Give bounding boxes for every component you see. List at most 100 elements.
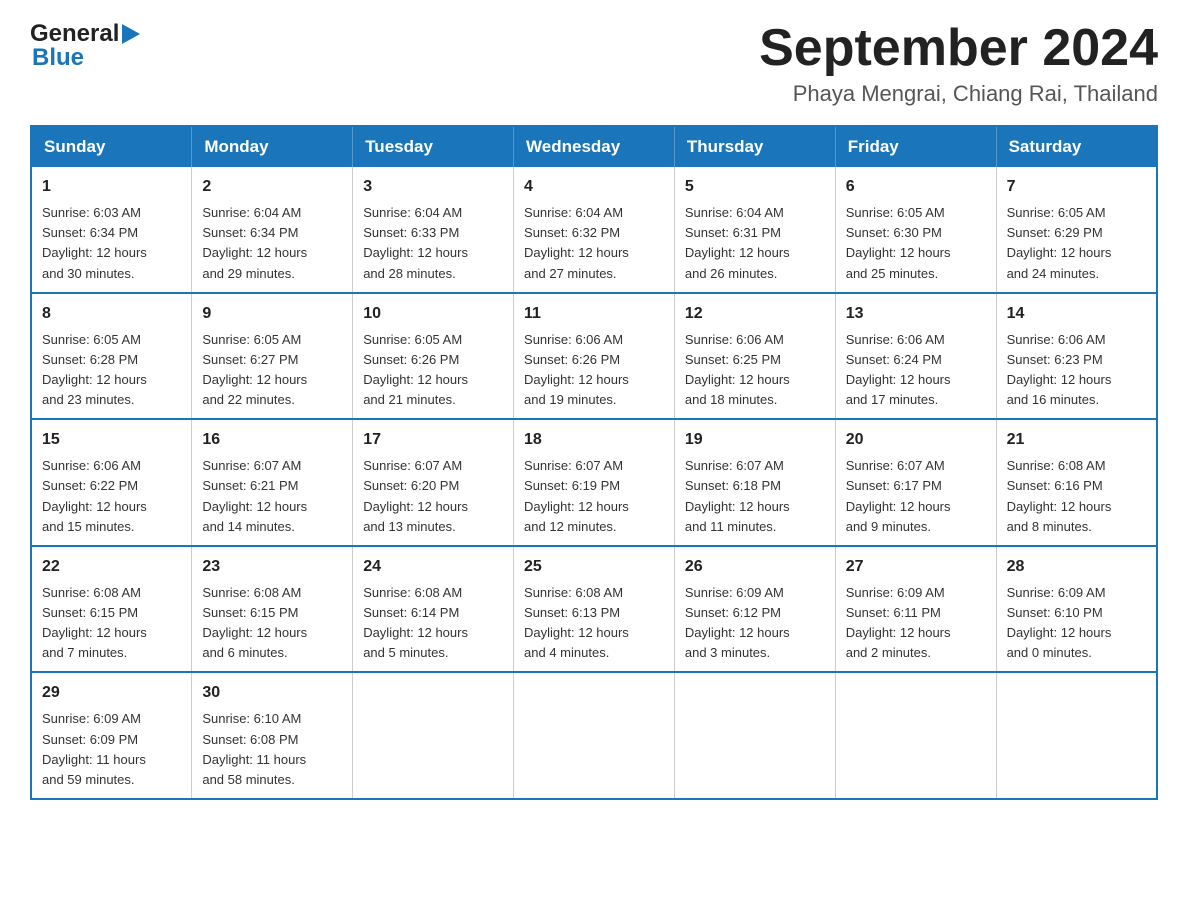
calendar-cell: [996, 672, 1157, 799]
day-number: 30: [202, 681, 342, 705]
header-thursday: Thursday: [674, 126, 835, 167]
day-number: 27: [846, 555, 986, 579]
calendar-cell: 29 Sunrise: 6:09 AMSunset: 6:09 PMDaylig…: [31, 672, 192, 799]
day-info: Sunrise: 6:08 AMSunset: 6:14 PMDaylight:…: [363, 585, 468, 660]
day-number: 16: [202, 428, 342, 452]
day-number: 24: [363, 555, 503, 579]
logo-blue-text: Blue: [30, 44, 84, 72]
day-info: Sunrise: 6:09 AMSunset: 6:10 PMDaylight:…: [1007, 585, 1112, 660]
day-number: 18: [524, 428, 664, 452]
day-number: 2: [202, 175, 342, 199]
day-info: Sunrise: 6:06 AMSunset: 6:26 PMDaylight:…: [524, 332, 629, 407]
day-number: 12: [685, 302, 825, 326]
calendar-cell: 13 Sunrise: 6:06 AMSunset: 6:24 PMDaylig…: [835, 293, 996, 420]
day-info: Sunrise: 6:05 AMSunset: 6:28 PMDaylight:…: [42, 332, 147, 407]
day-number: 29: [42, 681, 181, 705]
day-number: 25: [524, 555, 664, 579]
calendar-cell: 20 Sunrise: 6:07 AMSunset: 6:17 PMDaylig…: [835, 419, 996, 546]
day-info: Sunrise: 6:04 AMSunset: 6:32 PMDaylight:…: [524, 205, 629, 280]
day-number: 13: [846, 302, 986, 326]
day-info: Sunrise: 6:07 AMSunset: 6:21 PMDaylight:…: [202, 458, 307, 533]
day-info: Sunrise: 6:07 AMSunset: 6:20 PMDaylight:…: [363, 458, 468, 533]
day-number: 10: [363, 302, 503, 326]
day-info: Sunrise: 6:06 AMSunset: 6:23 PMDaylight:…: [1007, 332, 1112, 407]
location-subtitle: Phaya Mengrai, Chiang Rai, Thailand: [759, 81, 1158, 107]
day-number: 6: [846, 175, 986, 199]
week-row-1: 1 Sunrise: 6:03 AMSunset: 6:34 PMDayligh…: [31, 167, 1157, 293]
day-number: 8: [42, 302, 181, 326]
calendar-cell: 7 Sunrise: 6:05 AMSunset: 6:29 PMDayligh…: [996, 167, 1157, 293]
day-number: 26: [685, 555, 825, 579]
calendar-cell: 2 Sunrise: 6:04 AMSunset: 6:34 PMDayligh…: [192, 167, 353, 293]
calendar-cell: 8 Sunrise: 6:05 AMSunset: 6:28 PMDayligh…: [31, 293, 192, 420]
day-info: Sunrise: 6:06 AMSunset: 6:22 PMDaylight:…: [42, 458, 147, 533]
calendar-cell: 21 Sunrise: 6:08 AMSunset: 6:16 PMDaylig…: [996, 419, 1157, 546]
day-info: Sunrise: 6:09 AMSunset: 6:11 PMDaylight:…: [846, 585, 951, 660]
day-number: 3: [363, 175, 503, 199]
day-number: 11: [524, 302, 664, 326]
day-number: 14: [1007, 302, 1146, 326]
calendar-cell: 28 Sunrise: 6:09 AMSunset: 6:10 PMDaylig…: [996, 546, 1157, 673]
day-number: 22: [42, 555, 181, 579]
day-info: Sunrise: 6:06 AMSunset: 6:24 PMDaylight:…: [846, 332, 951, 407]
calendar-cell: 1 Sunrise: 6:03 AMSunset: 6:34 PMDayligh…: [31, 167, 192, 293]
calendar-cell: 25 Sunrise: 6:08 AMSunset: 6:13 PMDaylig…: [514, 546, 675, 673]
calendar-cell: 9 Sunrise: 6:05 AMSunset: 6:27 PMDayligh…: [192, 293, 353, 420]
header-monday: Monday: [192, 126, 353, 167]
calendar-cell: 27 Sunrise: 6:09 AMSunset: 6:11 PMDaylig…: [835, 546, 996, 673]
calendar-cell: [353, 672, 514, 799]
day-headers-row: SundayMondayTuesdayWednesdayThursdayFrid…: [31, 126, 1157, 167]
calendar-table: SundayMondayTuesdayWednesdayThursdayFrid…: [30, 125, 1158, 800]
day-info: Sunrise: 6:09 AMSunset: 6:09 PMDaylight:…: [42, 711, 146, 786]
day-info: Sunrise: 6:10 AMSunset: 6:08 PMDaylight:…: [202, 711, 306, 786]
header-wednesday: Wednesday: [514, 126, 675, 167]
logo-arrow-icon: [122, 24, 140, 44]
day-info: Sunrise: 6:03 AMSunset: 6:34 PMDaylight:…: [42, 205, 147, 280]
day-info: Sunrise: 6:07 AMSunset: 6:18 PMDaylight:…: [685, 458, 790, 533]
day-info: Sunrise: 6:06 AMSunset: 6:25 PMDaylight:…: [685, 332, 790, 407]
day-info: Sunrise: 6:07 AMSunset: 6:19 PMDaylight:…: [524, 458, 629, 533]
calendar-cell: [835, 672, 996, 799]
header-tuesday: Tuesday: [353, 126, 514, 167]
title-block: September 2024 Phaya Mengrai, Chiang Rai…: [759, 20, 1158, 107]
calendar-cell: [514, 672, 675, 799]
day-info: Sunrise: 6:08 AMSunset: 6:15 PMDaylight:…: [202, 585, 307, 660]
calendar-cell: 30 Sunrise: 6:10 AMSunset: 6:08 PMDaylig…: [192, 672, 353, 799]
day-number: 19: [685, 428, 825, 452]
calendar-cell: [674, 672, 835, 799]
week-row-3: 15 Sunrise: 6:06 AMSunset: 6:22 PMDaylig…: [31, 419, 1157, 546]
day-info: Sunrise: 6:04 AMSunset: 6:34 PMDaylight:…: [202, 205, 307, 280]
calendar-cell: 23 Sunrise: 6:08 AMSunset: 6:15 PMDaylig…: [192, 546, 353, 673]
day-info: Sunrise: 6:05 AMSunset: 6:26 PMDaylight:…: [363, 332, 468, 407]
header-friday: Friday: [835, 126, 996, 167]
day-number: 20: [846, 428, 986, 452]
calendar-cell: 18 Sunrise: 6:07 AMSunset: 6:19 PMDaylig…: [514, 419, 675, 546]
day-number: 15: [42, 428, 181, 452]
calendar-cell: 12 Sunrise: 6:06 AMSunset: 6:25 PMDaylig…: [674, 293, 835, 420]
day-info: Sunrise: 6:08 AMSunset: 6:15 PMDaylight:…: [42, 585, 147, 660]
page-header: General Blue September 2024 Phaya Mengra…: [30, 20, 1158, 107]
calendar-cell: 10 Sunrise: 6:05 AMSunset: 6:26 PMDaylig…: [353, 293, 514, 420]
calendar-cell: 19 Sunrise: 6:07 AMSunset: 6:18 PMDaylig…: [674, 419, 835, 546]
calendar-cell: 15 Sunrise: 6:06 AMSunset: 6:22 PMDaylig…: [31, 419, 192, 546]
calendar-cell: 22 Sunrise: 6:08 AMSunset: 6:15 PMDaylig…: [31, 546, 192, 673]
header-saturday: Saturday: [996, 126, 1157, 167]
day-number: 23: [202, 555, 342, 579]
calendar-cell: 16 Sunrise: 6:07 AMSunset: 6:21 PMDaylig…: [192, 419, 353, 546]
day-number: 9: [202, 302, 342, 326]
day-number: 17: [363, 428, 503, 452]
calendar-cell: 11 Sunrise: 6:06 AMSunset: 6:26 PMDaylig…: [514, 293, 675, 420]
calendar-cell: 6 Sunrise: 6:05 AMSunset: 6:30 PMDayligh…: [835, 167, 996, 293]
calendar-cell: 17 Sunrise: 6:07 AMSunset: 6:20 PMDaylig…: [353, 419, 514, 546]
day-number: 28: [1007, 555, 1146, 579]
day-info: Sunrise: 6:04 AMSunset: 6:31 PMDaylight:…: [685, 205, 790, 280]
day-info: Sunrise: 6:05 AMSunset: 6:29 PMDaylight:…: [1007, 205, 1112, 280]
calendar-cell: 24 Sunrise: 6:08 AMSunset: 6:14 PMDaylig…: [353, 546, 514, 673]
day-number: 4: [524, 175, 664, 199]
day-info: Sunrise: 6:09 AMSunset: 6:12 PMDaylight:…: [685, 585, 790, 660]
calendar-cell: 4 Sunrise: 6:04 AMSunset: 6:32 PMDayligh…: [514, 167, 675, 293]
day-number: 5: [685, 175, 825, 199]
day-info: Sunrise: 6:07 AMSunset: 6:17 PMDaylight:…: [846, 458, 951, 533]
month-title: September 2024: [759, 20, 1158, 77]
calendar-cell: 3 Sunrise: 6:04 AMSunset: 6:33 PMDayligh…: [353, 167, 514, 293]
